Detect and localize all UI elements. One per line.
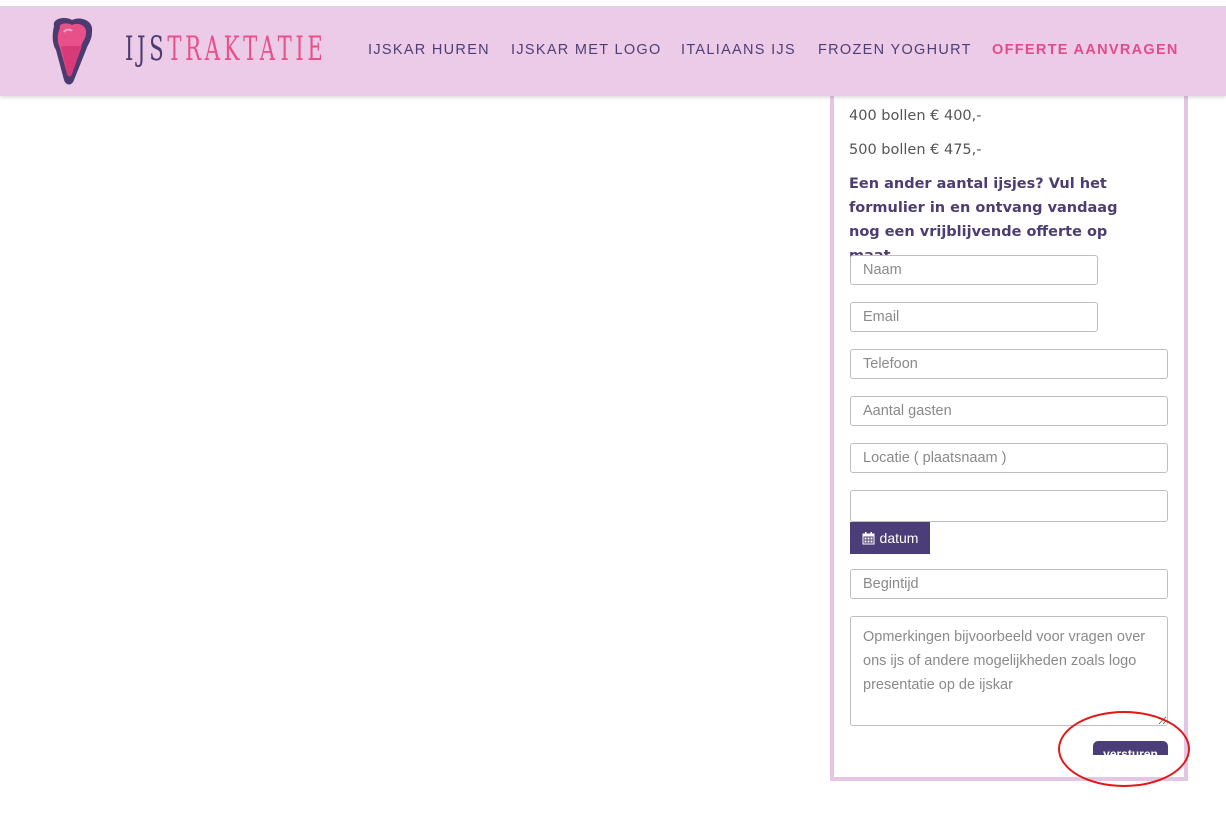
telefoon-field[interactable] (850, 349, 1168, 379)
submit-button[interactable]: versturen (1093, 741, 1168, 755)
email-field[interactable] (850, 302, 1098, 332)
nav-ijskar-met-logo[interactable]: IJSKAR MET LOGO (511, 42, 662, 58)
nav-offerte-aanvragen[interactable]: OFFERTE AANVRAGEN (992, 42, 1179, 58)
naam-field[interactable] (850, 255, 1098, 285)
datum-button[interactable]: datum (850, 522, 930, 554)
aantal-gasten-field[interactable] (850, 396, 1168, 426)
calendar-icon (862, 531, 875, 544)
form-intro-text: Een ander aantal ijsjes? Vul het formuli… (849, 176, 1118, 264)
logo-text-part2: TRAKTATIE (167, 29, 327, 69)
site-header: IJSTRAKTATIE IJSKAR HUREN IJSKAR MET LOG… (0, 7, 1226, 96)
nav-ijskar-huren[interactable]: IJSKAR HUREN (368, 42, 490, 58)
datum-button-label: datum (879, 530, 919, 546)
datum-field[interactable] (850, 490, 1168, 522)
browser-top-line (0, 0, 1226, 7)
nav-italiaans-ijs[interactable]: ITALIAANS IJS (681, 42, 796, 58)
nav-frozen-yoghurt[interactable]: FROZEN YOGHURT (818, 42, 972, 58)
opmerkingen-textarea[interactable] (850, 616, 1168, 726)
price-line-400: 400 bollen € 400,- (849, 108, 982, 124)
locatie-field[interactable] (850, 443, 1168, 473)
price-line-500: 500 bollen € 475,- (849, 142, 982, 158)
site-logo[interactable]: IJSTRAKTATIE (125, 27, 327, 71)
logo-text-part1: IJS (125, 29, 168, 69)
ice-cream-icon[interactable] (46, 16, 98, 86)
begintijd-field[interactable] (850, 569, 1168, 599)
